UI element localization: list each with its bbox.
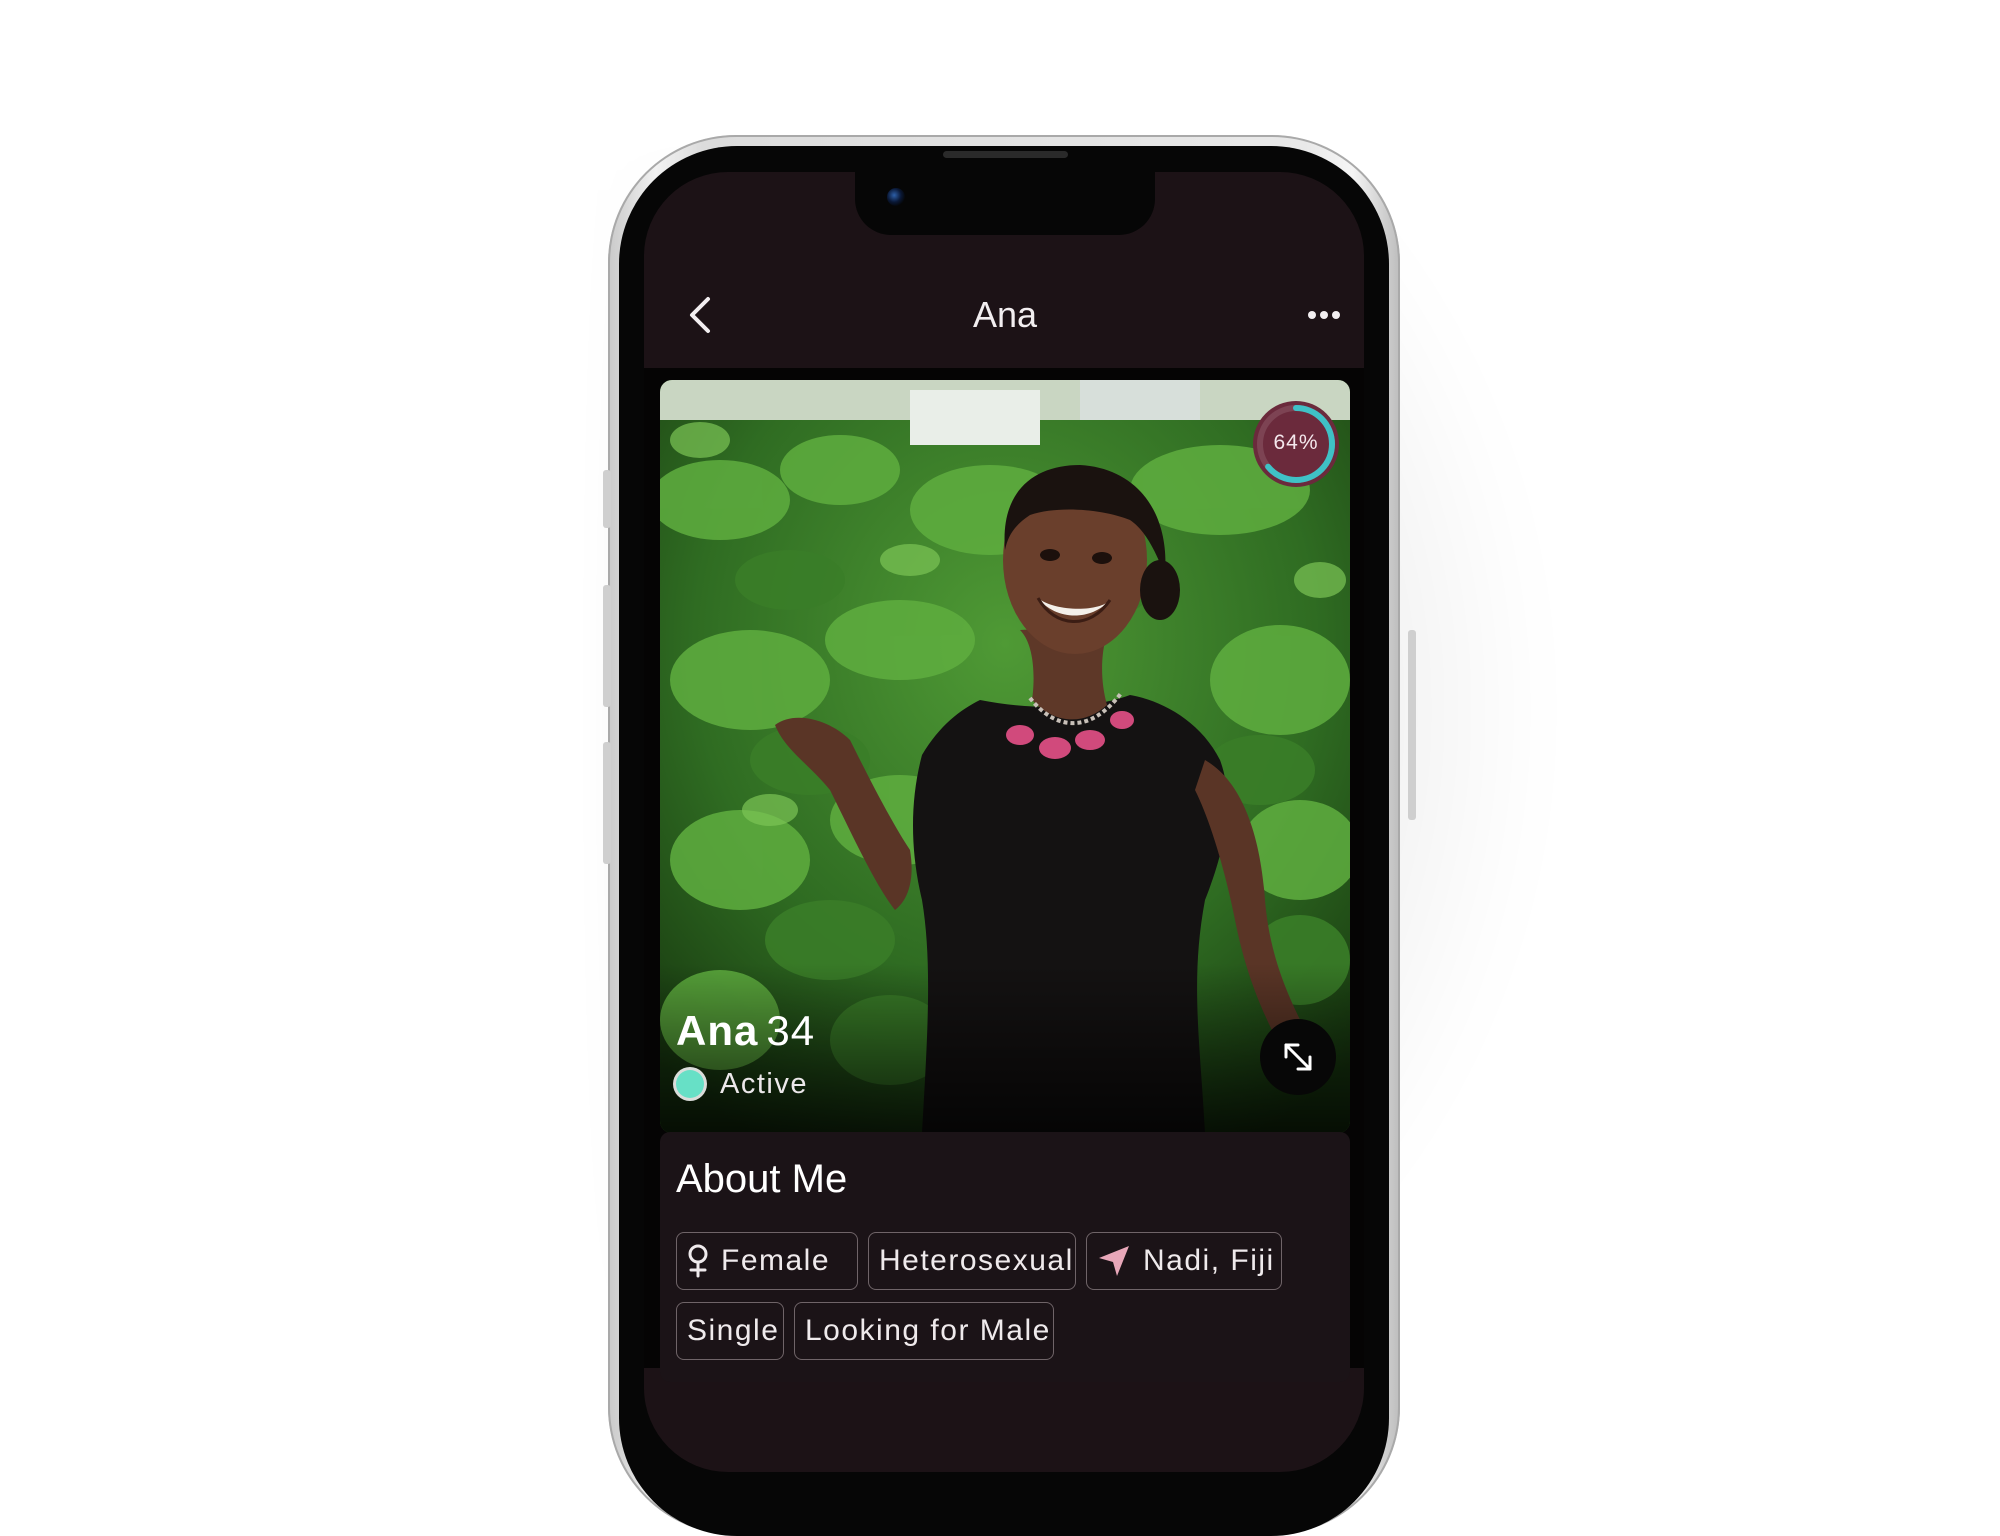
- more-options-button[interactable]: [1300, 300, 1348, 330]
- mute-switch: [603, 470, 611, 528]
- chip-looking-for-label: Looking for Male: [805, 1314, 1051, 1347]
- volume-up-button: [603, 585, 611, 707]
- back-button[interactable]: [680, 292, 720, 338]
- chip-orientation-label: Heterosexual: [879, 1244, 1074, 1277]
- power-button: [1408, 630, 1416, 820]
- profile-name: Ana: [676, 1007, 759, 1054]
- expand-photo-button[interactable]: [1260, 1019, 1336, 1095]
- chevron-left-icon: [690, 297, 710, 333]
- page-title: Ana: [972, 294, 1038, 335]
- location-arrow-icon: [1099, 1246, 1129, 1276]
- chip-location[interactable]: Nadi, Fiji: [1086, 1232, 1282, 1290]
- match-percentage-label: 64%: [1273, 431, 1319, 454]
- chip-orientation[interactable]: Heterosexual: [868, 1232, 1076, 1290]
- profile-age: 34: [766, 1007, 816, 1054]
- chip-relationship-label: Single: [687, 1314, 780, 1347]
- chip-looking-for[interactable]: Looking for Male: [794, 1302, 1054, 1360]
- about-me-title: About Me: [676, 1157, 848, 1201]
- female-icon: [688, 1244, 708, 1278]
- profile-name-age: Ana 34: [676, 1003, 815, 1059]
- chip-gender-label: Female: [721, 1244, 831, 1277]
- volume-down-button: [603, 742, 611, 864]
- expand-arrows-icon: [1284, 1043, 1312, 1071]
- chip-relationship-status[interactable]: Single: [676, 1302, 784, 1360]
- active-status-dot: [676, 1070, 704, 1098]
- chip-location-label: Nadi, Fiji: [1143, 1244, 1275, 1277]
- active-status-label: Active: [720, 1068, 808, 1100]
- chip-gender[interactable]: Female: [676, 1232, 858, 1290]
- ellipsis-icon: [1308, 311, 1340, 319]
- earpiece-speaker: [943, 151, 1068, 158]
- front-camera: [887, 188, 905, 206]
